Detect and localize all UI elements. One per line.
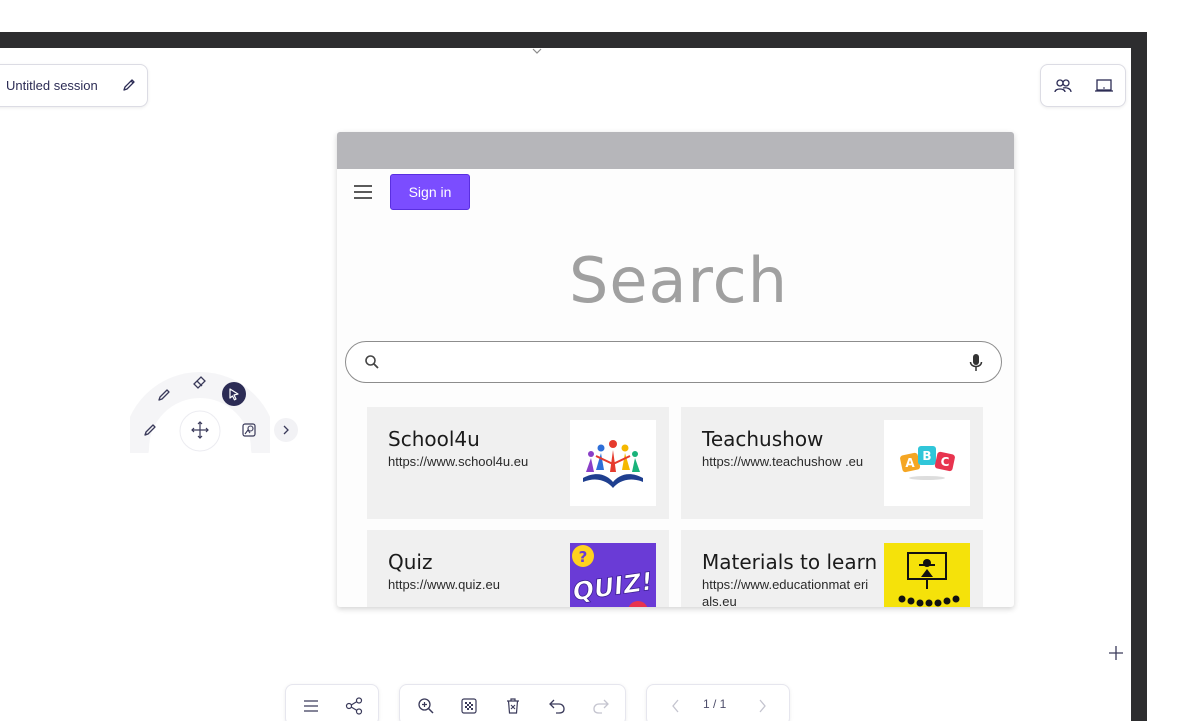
link-tile-school4u[interactable]: School4u https://www.school4u.eu <box>367 407 669 519</box>
tile-url: https://www.educationmat erials.eu <box>702 577 869 607</box>
tool-wheel <box>130 371 270 453</box>
tile-name: School4u <box>388 427 480 451</box>
chevron-down-icon[interactable] <box>530 48 544 56</box>
undo-icon[interactable] <box>546 695 568 717</box>
link-tile-quiz[interactable]: Quiz https://www.quiz.eu ? QUIZ! <box>367 530 669 607</box>
pen-icon[interactable] <box>152 383 176 407</box>
redo-icon[interactable] <box>590 695 612 717</box>
abc-letter-b: B <box>922 449 931 463</box>
device-frame-right <box>1131 32 1147 721</box>
session-title-pill[interactable]: Untitled session <box>0 64 148 107</box>
page-indicator: 1 / 1 <box>703 697 727 711</box>
abc-logo: A B C <box>884 420 970 506</box>
plus-icon[interactable] <box>1107 644 1125 662</box>
shape-icon[interactable] <box>237 418 261 442</box>
toolbar-group-menu <box>285 684 379 721</box>
link-tile-teachushow[interactable]: Teachushow https://www.teachushow .eu A … <box>681 407 983 519</box>
whiteboard-canvas[interactable]: Untitled session Sign in Search School4u… <box>0 48 1131 721</box>
pencil-icon[interactable] <box>138 418 162 442</box>
hamburger-icon[interactable] <box>354 185 374 201</box>
tile-url: https://www.quiz.eu <box>388 577 500 592</box>
sign-in-button[interactable]: Sign in <box>390 174 470 210</box>
background-grid-icon[interactable] <box>458 695 480 717</box>
link-tile-materials[interactable]: Materials to learn https://www.education… <box>681 530 983 607</box>
browser-title-bar <box>337 132 1014 169</box>
participants-icon[interactable] <box>1053 77 1073 95</box>
toolbar-group-pages: 1 / 1 <box>646 684 790 721</box>
quiz-mark: ? <box>579 548 588 566</box>
tile-name: Teachushow <box>702 427 824 451</box>
tile-url: https://www.teachushow .eu <box>702 454 864 469</box>
tile-name: Materials to learn <box>702 550 878 574</box>
tile-url: https://www.school4u.eu <box>388 454 529 469</box>
select-cursor-icon[interactable] <box>222 382 246 406</box>
browser-window: Sign in Search School4u https://www.scho… <box>337 132 1014 607</box>
next-page-icon[interactable] <box>751 695 773 717</box>
screen-icon[interactable] <box>1094 77 1114 95</box>
mic-icon[interactable] <box>969 353 983 373</box>
abc-letter-c: C <box>941 455 950 469</box>
session-title: Untitled session <box>6 78 98 93</box>
search-input[interactable] <box>345 341 1002 383</box>
materials-logo <box>884 543 970 607</box>
school4u-logo <box>570 420 656 506</box>
chevron-right-icon[interactable] <box>274 418 298 442</box>
search-heading: Search <box>568 244 788 317</box>
device-frame-top <box>0 32 1147 48</box>
search-icon <box>364 354 380 370</box>
delete-icon[interactable] <box>502 695 524 717</box>
abc-letter-a: A <box>905 456 915 470</box>
toolbar-group-tools <box>399 684 626 721</box>
eraser-icon[interactable] <box>188 369 212 393</box>
zoom-in-icon[interactable] <box>415 695 437 717</box>
move-icon[interactable] <box>188 418 212 442</box>
tile-name: Quiz <box>388 550 433 574</box>
share-icon[interactable] <box>343 695 365 717</box>
prev-page-icon[interactable] <box>665 695 687 717</box>
edit-icon[interactable] <box>121 77 137 93</box>
top-right-controls <box>1040 64 1126 107</box>
quiz-logo: ? QUIZ! <box>570 543 656 607</box>
menu-icon[interactable] <box>300 695 322 717</box>
quiz-badge: QUIZ! <box>571 567 655 607</box>
